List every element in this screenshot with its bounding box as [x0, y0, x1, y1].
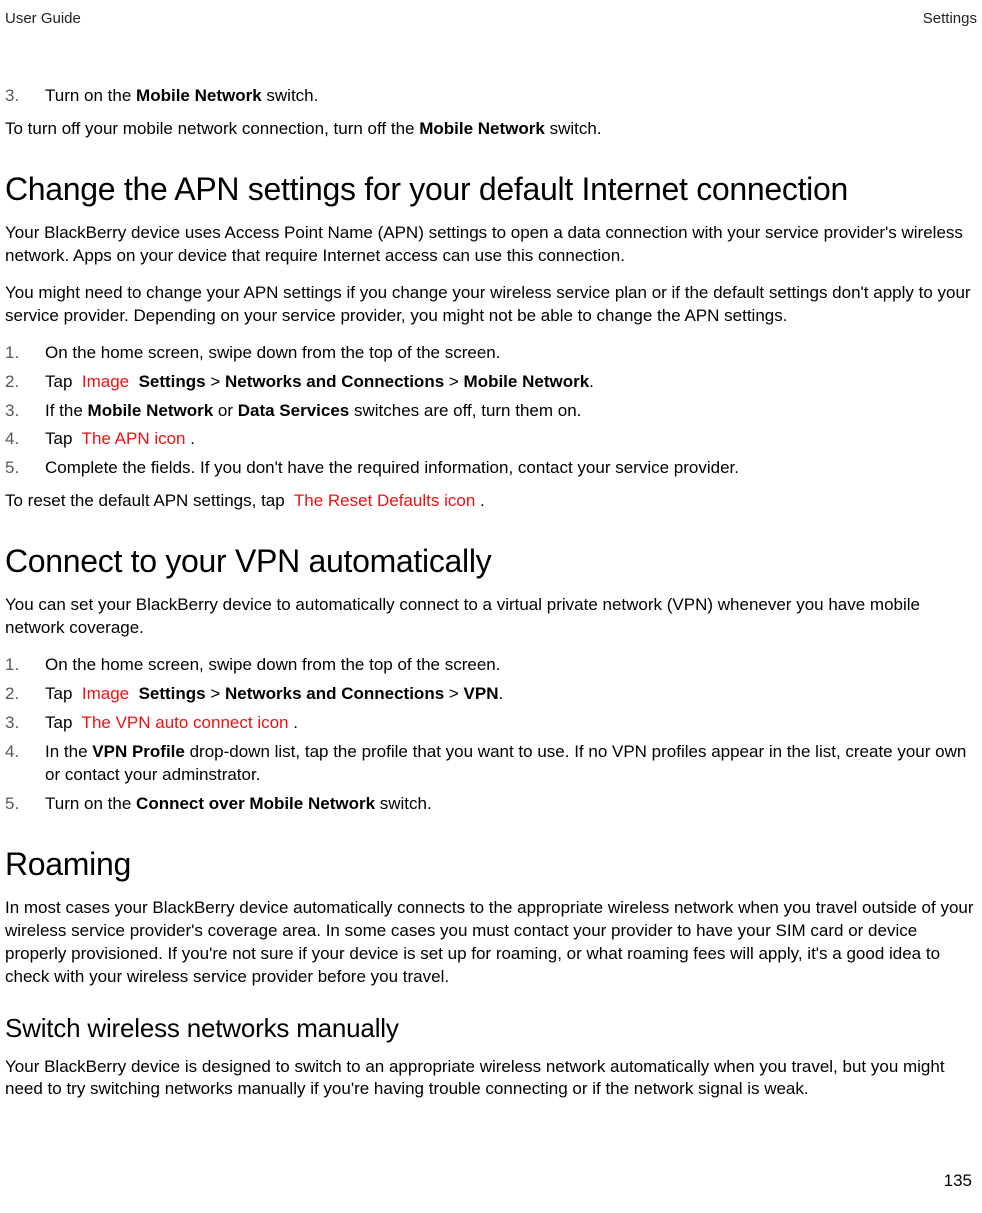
text: To turn off your mobile network connecti… — [5, 119, 419, 138]
list-item: 5. Turn on the Connect over Mobile Netwo… — [5, 793, 977, 816]
paragraph: You can set your BlackBerry device to au… — [5, 594, 977, 640]
text: > — [206, 372, 225, 391]
step-list-a: 3. Turn on the Mobile Network switch. — [5, 85, 977, 108]
list-item: 2. Tap Image Settings > Networks and Con… — [5, 371, 977, 394]
paragraph: To reset the default APN settings, tap T… — [5, 490, 977, 513]
list-item: 3. If the Mobile Network or Data Service… — [5, 400, 977, 423]
text: > — [206, 684, 225, 703]
text: > — [444, 684, 463, 703]
list-item: 4. Tap The APN icon . — [5, 428, 977, 451]
list-item: 3. Turn on the Mobile Network switch. — [5, 85, 977, 108]
list-number: 3. — [5, 85, 45, 108]
bold-text: VPN — [464, 684, 499, 703]
list-number: 2. — [5, 683, 45, 706]
bold-text: Data Services — [238, 401, 350, 420]
text: In the — [45, 742, 92, 761]
bold-text: Mobile Network — [88, 401, 214, 420]
list-number: 4. — [5, 428, 45, 451]
header-right: Settings — [923, 10, 977, 27]
list-body: Complete the fields. If you don't have t… — [45, 457, 977, 480]
page-number: 135 — [944, 1171, 972, 1191]
list-body: On the home screen, swipe down from the … — [45, 342, 977, 365]
list-body: Turn on the Mobile Network switch. — [45, 85, 977, 108]
text: . — [499, 684, 504, 703]
list-body: Tap The VPN auto connect icon . — [45, 712, 977, 735]
list-item: 3. Tap The VPN auto connect icon . — [5, 712, 977, 735]
bold-text: Connect over Mobile Network — [136, 794, 375, 813]
text: Tap — [45, 684, 77, 703]
step-list-b: 1. On the home screen, swipe down from t… — [5, 342, 977, 481]
image-icon: Image — [77, 684, 134, 703]
bold-text: VPN Profile — [92, 742, 185, 761]
header-left: User Guide — [5, 10, 81, 27]
paragraph: Your BlackBerry device is designed to sw… — [5, 1056, 977, 1102]
heading-apn: Change the APN settings for your default… — [5, 171, 977, 208]
bold-text: Networks and Connections — [225, 684, 444, 703]
heading-vpn: Connect to your VPN automatically — [5, 543, 977, 580]
bold-text: Mobile Network — [419, 119, 545, 138]
text: Tap — [45, 429, 77, 448]
list-body: On the home screen, swipe down from the … — [45, 654, 977, 677]
bold-text: Mobile Network — [464, 372, 590, 391]
text: Turn on the — [45, 794, 136, 813]
bold-text: Settings — [134, 684, 206, 703]
text: To reset the default APN settings, tap — [5, 491, 289, 510]
vpn-auto-connect-icon: The VPN auto connect icon — [77, 713, 293, 732]
text: . — [589, 372, 594, 391]
step-list-c: 1. On the home screen, swipe down from t… — [5, 654, 977, 816]
list-item: 1. On the home screen, swipe down from t… — [5, 342, 977, 365]
bold-text: Mobile Network — [136, 86, 262, 105]
paragraph: You might need to change your APN settin… — [5, 282, 977, 328]
text: Tap — [45, 713, 77, 732]
list-number: 1. — [5, 654, 45, 677]
text: switches are off, turn them on. — [349, 401, 581, 420]
paragraph: In most cases your BlackBerry device aut… — [5, 897, 977, 989]
list-number: 1. — [5, 342, 45, 365]
list-body: Tap Image Settings > Networks and Connec… — [45, 683, 977, 706]
list-body: In the VPN Profile drop-down list, tap t… — [45, 741, 977, 787]
list-body: Tap Image Settings > Networks and Connec… — [45, 371, 977, 394]
list-number: 2. — [5, 371, 45, 394]
heading-roaming: Roaming — [5, 846, 977, 883]
text: or — [213, 401, 238, 420]
text: . — [480, 491, 485, 510]
apn-icon: The APN icon — [77, 429, 190, 448]
list-item: 1. On the home screen, swipe down from t… — [5, 654, 977, 677]
list-number: 4. — [5, 741, 45, 787]
paragraph: Your BlackBerry device uses Access Point… — [5, 222, 977, 268]
text: . — [293, 713, 298, 732]
list-number: 3. — [5, 400, 45, 423]
page-content: 3. Turn on the Mobile Network switch. To… — [0, 27, 982, 1101]
bold-text: Settings — [134, 372, 206, 391]
text: > — [444, 372, 463, 391]
reset-defaults-icon: The Reset Defaults icon — [289, 491, 480, 510]
step-text: Turn on the — [45, 86, 136, 105]
heading-switch-networks: Switch wireless networks manually — [5, 1013, 977, 1044]
list-number: 5. — [5, 793, 45, 816]
text: switch. — [375, 794, 432, 813]
text: switch. — [545, 119, 602, 138]
list-number: 3. — [5, 712, 45, 735]
list-item: 2. Tap Image Settings > Networks and Con… — [5, 683, 977, 706]
step-text: switch. — [262, 86, 319, 105]
list-body: If the Mobile Network or Data Services s… — [45, 400, 977, 423]
text: If the — [45, 401, 88, 420]
list-body: Tap The APN icon . — [45, 428, 977, 451]
list-body: Turn on the Connect over Mobile Network … — [45, 793, 977, 816]
list-item: 4. In the VPN Profile drop-down list, ta… — [5, 741, 977, 787]
text: Tap — [45, 372, 77, 391]
image-icon: Image — [77, 372, 134, 391]
list-number: 5. — [5, 457, 45, 480]
list-item: 5. Complete the fields. If you don't hav… — [5, 457, 977, 480]
paragraph: To turn off your mobile network connecti… — [5, 118, 977, 141]
bold-text: Networks and Connections — [225, 372, 444, 391]
page-header: User Guide Settings — [0, 0, 982, 27]
text: . — [190, 429, 195, 448]
